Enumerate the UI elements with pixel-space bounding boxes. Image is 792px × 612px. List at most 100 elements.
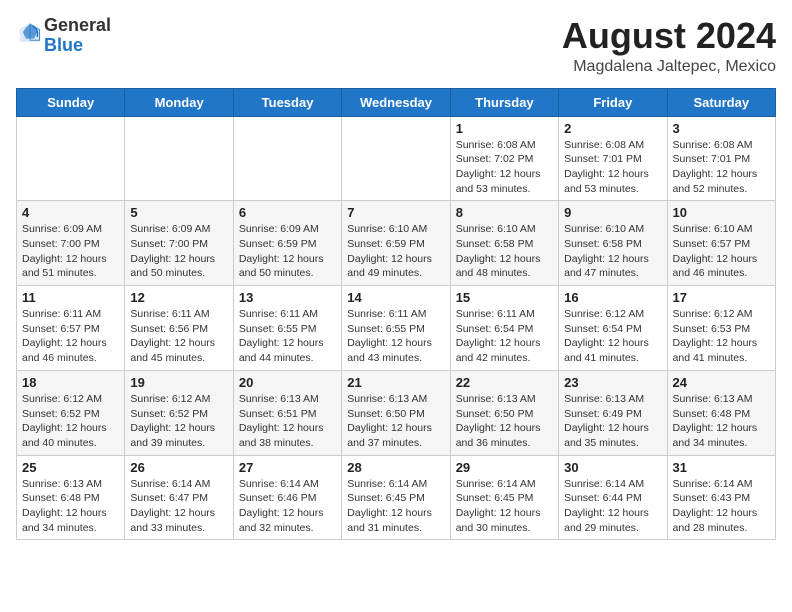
- day-info: Sunrise: 6:09 AM Sunset: 7:00 PM Dayligh…: [130, 222, 227, 281]
- day-number: 16: [564, 290, 661, 305]
- calendar-day-cell: 26 Sunrise: 6:14 AM Sunset: 6:47 PM Dayli…: [125, 455, 233, 540]
- location-subtitle: Magdalena Jaltepec, Mexico: [562, 58, 776, 76]
- calendar-day-cell: 1 Sunrise: 6:08 AM Sunset: 7:02 PM Daylig…: [450, 116, 558, 201]
- calendar-day-cell: 7 Sunrise: 6:10 AM Sunset: 6:59 PM Daylig…: [342, 201, 450, 286]
- day-info: Sunrise: 6:14 AM Sunset: 6:44 PM Dayligh…: [564, 477, 661, 536]
- day-info: Sunrise: 6:12 AM Sunset: 6:52 PM Dayligh…: [130, 392, 227, 451]
- day-number: 7: [347, 205, 444, 220]
- day-number: 28: [347, 460, 444, 475]
- day-info: Sunrise: 6:13 AM Sunset: 6:49 PM Dayligh…: [564, 392, 661, 451]
- calendar-day-cell: 24 Sunrise: 6:13 AM Sunset: 6:48 PM Dayli…: [667, 370, 775, 455]
- day-number: 11: [22, 290, 119, 305]
- calendar-day-cell: 13Sunrise: 6:11 AM Sunset: 6:55 PM Dayli…: [233, 286, 341, 371]
- day-info: Sunrise: 6:14 AM Sunset: 6:43 PM Dayligh…: [673, 477, 770, 536]
- calendar-day-cell: 19Sunrise: 6:12 AM Sunset: 6:52 PM Dayli…: [125, 370, 233, 455]
- calendar-week-row: 1 Sunrise: 6:08 AM Sunset: 7:02 PM Daylig…: [17, 116, 776, 201]
- day-number: 17: [673, 290, 770, 305]
- title-block: August 2024 Magdalena Jaltepec, Mexico: [562, 16, 776, 76]
- day-info: Sunrise: 6:14 AM Sunset: 6:45 PM Dayligh…: [347, 477, 444, 536]
- day-number: 30: [564, 460, 661, 475]
- day-number: 20: [239, 375, 336, 390]
- day-number: 8: [456, 205, 553, 220]
- calendar-day-cell: 23 Sunrise: 6:13 AM Sunset: 6:49 PM Dayli…: [559, 370, 667, 455]
- day-info: Sunrise: 6:11 AM Sunset: 6:56 PM Dayligh…: [130, 307, 227, 366]
- day-info: Sunrise: 6:14 AM Sunset: 6:45 PM Dayligh…: [456, 477, 553, 536]
- calendar-day-cell: 4 Sunrise: 6:09 AM Sunset: 7:00 PM Daylig…: [17, 201, 125, 286]
- calendar-day-cell: [233, 116, 341, 201]
- day-of-week-header: Wednesday: [342, 88, 450, 116]
- calendar-day-cell: 18Sunrise: 6:12 AM Sunset: 6:52 PM Dayli…: [17, 370, 125, 455]
- calendar-day-cell: 6Sunrise: 6:09 AM Sunset: 6:59 PM Daylig…: [233, 201, 341, 286]
- day-info: Sunrise: 6:10 AM Sunset: 6:57 PM Dayligh…: [673, 222, 770, 281]
- calendar-day-cell: 3Sunrise: 6:08 AM Sunset: 7:01 PM Daylig…: [667, 116, 775, 201]
- day-info: Sunrise: 6:09 AM Sunset: 7:00 PM Dayligh…: [22, 222, 119, 281]
- day-info: Sunrise: 6:11 AM Sunset: 6:54 PM Dayligh…: [456, 307, 553, 366]
- day-number: 4: [22, 205, 119, 220]
- day-info: Sunrise: 6:08 AM Sunset: 7:01 PM Dayligh…: [564, 138, 661, 197]
- day-info: Sunrise: 6:09 AM Sunset: 6:59 PM Dayligh…: [239, 222, 336, 281]
- calendar-week-row: 25Sunrise: 6:13 AM Sunset: 6:48 PM Dayli…: [17, 455, 776, 540]
- day-number: 14: [347, 290, 444, 305]
- calendar-day-cell: 21 Sunrise: 6:13 AM Sunset: 6:50 PM Dayli…: [342, 370, 450, 455]
- day-info: Sunrise: 6:12 AM Sunset: 6:52 PM Dayligh…: [22, 392, 119, 451]
- day-info: Sunrise: 6:13 AM Sunset: 6:50 PM Dayligh…: [456, 392, 553, 451]
- day-number: 27: [239, 460, 336, 475]
- day-number: 5: [130, 205, 227, 220]
- page-header: General Blue August 2024 Magdalena Jalte…: [16, 16, 776, 76]
- day-number: 21: [347, 375, 444, 390]
- day-info: Sunrise: 6:10 AM Sunset: 6:58 PM Dayligh…: [564, 222, 661, 281]
- calendar-day-cell: 10 Sunrise: 6:10 AM Sunset: 6:57 PM Dayli…: [667, 201, 775, 286]
- calendar-day-cell: [125, 116, 233, 201]
- day-number: 10: [673, 205, 770, 220]
- day-number: 1: [456, 121, 553, 136]
- day-number: 31: [673, 460, 770, 475]
- calendar-day-cell: 17 Sunrise: 6:12 AM Sunset: 6:53 PM Dayli…: [667, 286, 775, 371]
- day-number: 12: [130, 290, 227, 305]
- calendar-day-cell: 9 Sunrise: 6:10 AM Sunset: 6:58 PM Daylig…: [559, 201, 667, 286]
- day-of-week-header: Thursday: [450, 88, 558, 116]
- day-number: 26: [130, 460, 227, 475]
- day-number: 15: [456, 290, 553, 305]
- calendar-day-cell: 22Sunrise: 6:13 AM Sunset: 6:50 PM Dayli…: [450, 370, 558, 455]
- day-info: Sunrise: 6:11 AM Sunset: 6:55 PM Dayligh…: [347, 307, 444, 366]
- day-info: Sunrise: 6:14 AM Sunset: 6:47 PM Dayligh…: [130, 477, 227, 536]
- calendar-day-cell: 30 Sunrise: 6:14 AM Sunset: 6:44 PM Dayli…: [559, 455, 667, 540]
- day-info: Sunrise: 6:12 AM Sunset: 6:54 PM Dayligh…: [564, 307, 661, 366]
- calendar-day-cell: 14 Sunrise: 6:11 AM Sunset: 6:55 PM Dayli…: [342, 286, 450, 371]
- logo-general-text: General: [44, 15, 111, 35]
- calendar-header: SundayMondayTuesdayWednesdayThursdayFrid…: [17, 88, 776, 116]
- logo: General Blue: [16, 16, 111, 56]
- day-number: 3: [673, 121, 770, 136]
- day-number: 2: [564, 121, 661, 136]
- day-info: Sunrise: 6:13 AM Sunset: 6:48 PM Dayligh…: [22, 477, 119, 536]
- day-info: Sunrise: 6:13 AM Sunset: 6:50 PM Dayligh…: [347, 392, 444, 451]
- calendar-day-cell: 25Sunrise: 6:13 AM Sunset: 6:48 PM Dayli…: [17, 455, 125, 540]
- calendar-table: SundayMondayTuesdayWednesdayThursdayFrid…: [16, 88, 776, 541]
- day-number: 13: [239, 290, 336, 305]
- logo-blue-text: Blue: [44, 35, 83, 55]
- calendar-day-cell: 11Sunrise: 6:11 AM Sunset: 6:57 PM Dayli…: [17, 286, 125, 371]
- day-info: Sunrise: 6:12 AM Sunset: 6:53 PM Dayligh…: [673, 307, 770, 366]
- calendar-day-cell: [342, 116, 450, 201]
- calendar-day-cell: 27 Sunrise: 6:14 AM Sunset: 6:46 PM Dayli…: [233, 455, 341, 540]
- calendar-day-cell: 8Sunrise: 6:10 AM Sunset: 6:58 PM Daylig…: [450, 201, 558, 286]
- days-of-week-row: SundayMondayTuesdayWednesdayThursdayFrid…: [17, 88, 776, 116]
- calendar-week-row: 18Sunrise: 6:12 AM Sunset: 6:52 PM Dayli…: [17, 370, 776, 455]
- calendar-day-cell: 12 Sunrise: 6:11 AM Sunset: 6:56 PM Dayli…: [125, 286, 233, 371]
- month-year-title: August 2024: [562, 16, 776, 56]
- day-number: 23: [564, 375, 661, 390]
- day-info: Sunrise: 6:10 AM Sunset: 6:59 PM Dayligh…: [347, 222, 444, 281]
- day-of-week-header: Friday: [559, 88, 667, 116]
- day-info: Sunrise: 6:13 AM Sunset: 6:51 PM Dayligh…: [239, 392, 336, 451]
- logo-icon: [18, 21, 42, 45]
- calendar-day-cell: 16 Sunrise: 6:12 AM Sunset: 6:54 PM Dayli…: [559, 286, 667, 371]
- calendar-day-cell: 2 Sunrise: 6:08 AM Sunset: 7:01 PM Daylig…: [559, 116, 667, 201]
- day-of-week-header: Tuesday: [233, 88, 341, 116]
- day-info: Sunrise: 6:13 AM Sunset: 6:48 PM Dayligh…: [673, 392, 770, 451]
- day-info: Sunrise: 6:14 AM Sunset: 6:46 PM Dayligh…: [239, 477, 336, 536]
- calendar-day-cell: 5 Sunrise: 6:09 AM Sunset: 7:00 PM Daylig…: [125, 201, 233, 286]
- day-number: 29: [456, 460, 553, 475]
- day-number: 24: [673, 375, 770, 390]
- day-info: Sunrise: 6:08 AM Sunset: 7:02 PM Dayligh…: [456, 138, 553, 197]
- day-number: 9: [564, 205, 661, 220]
